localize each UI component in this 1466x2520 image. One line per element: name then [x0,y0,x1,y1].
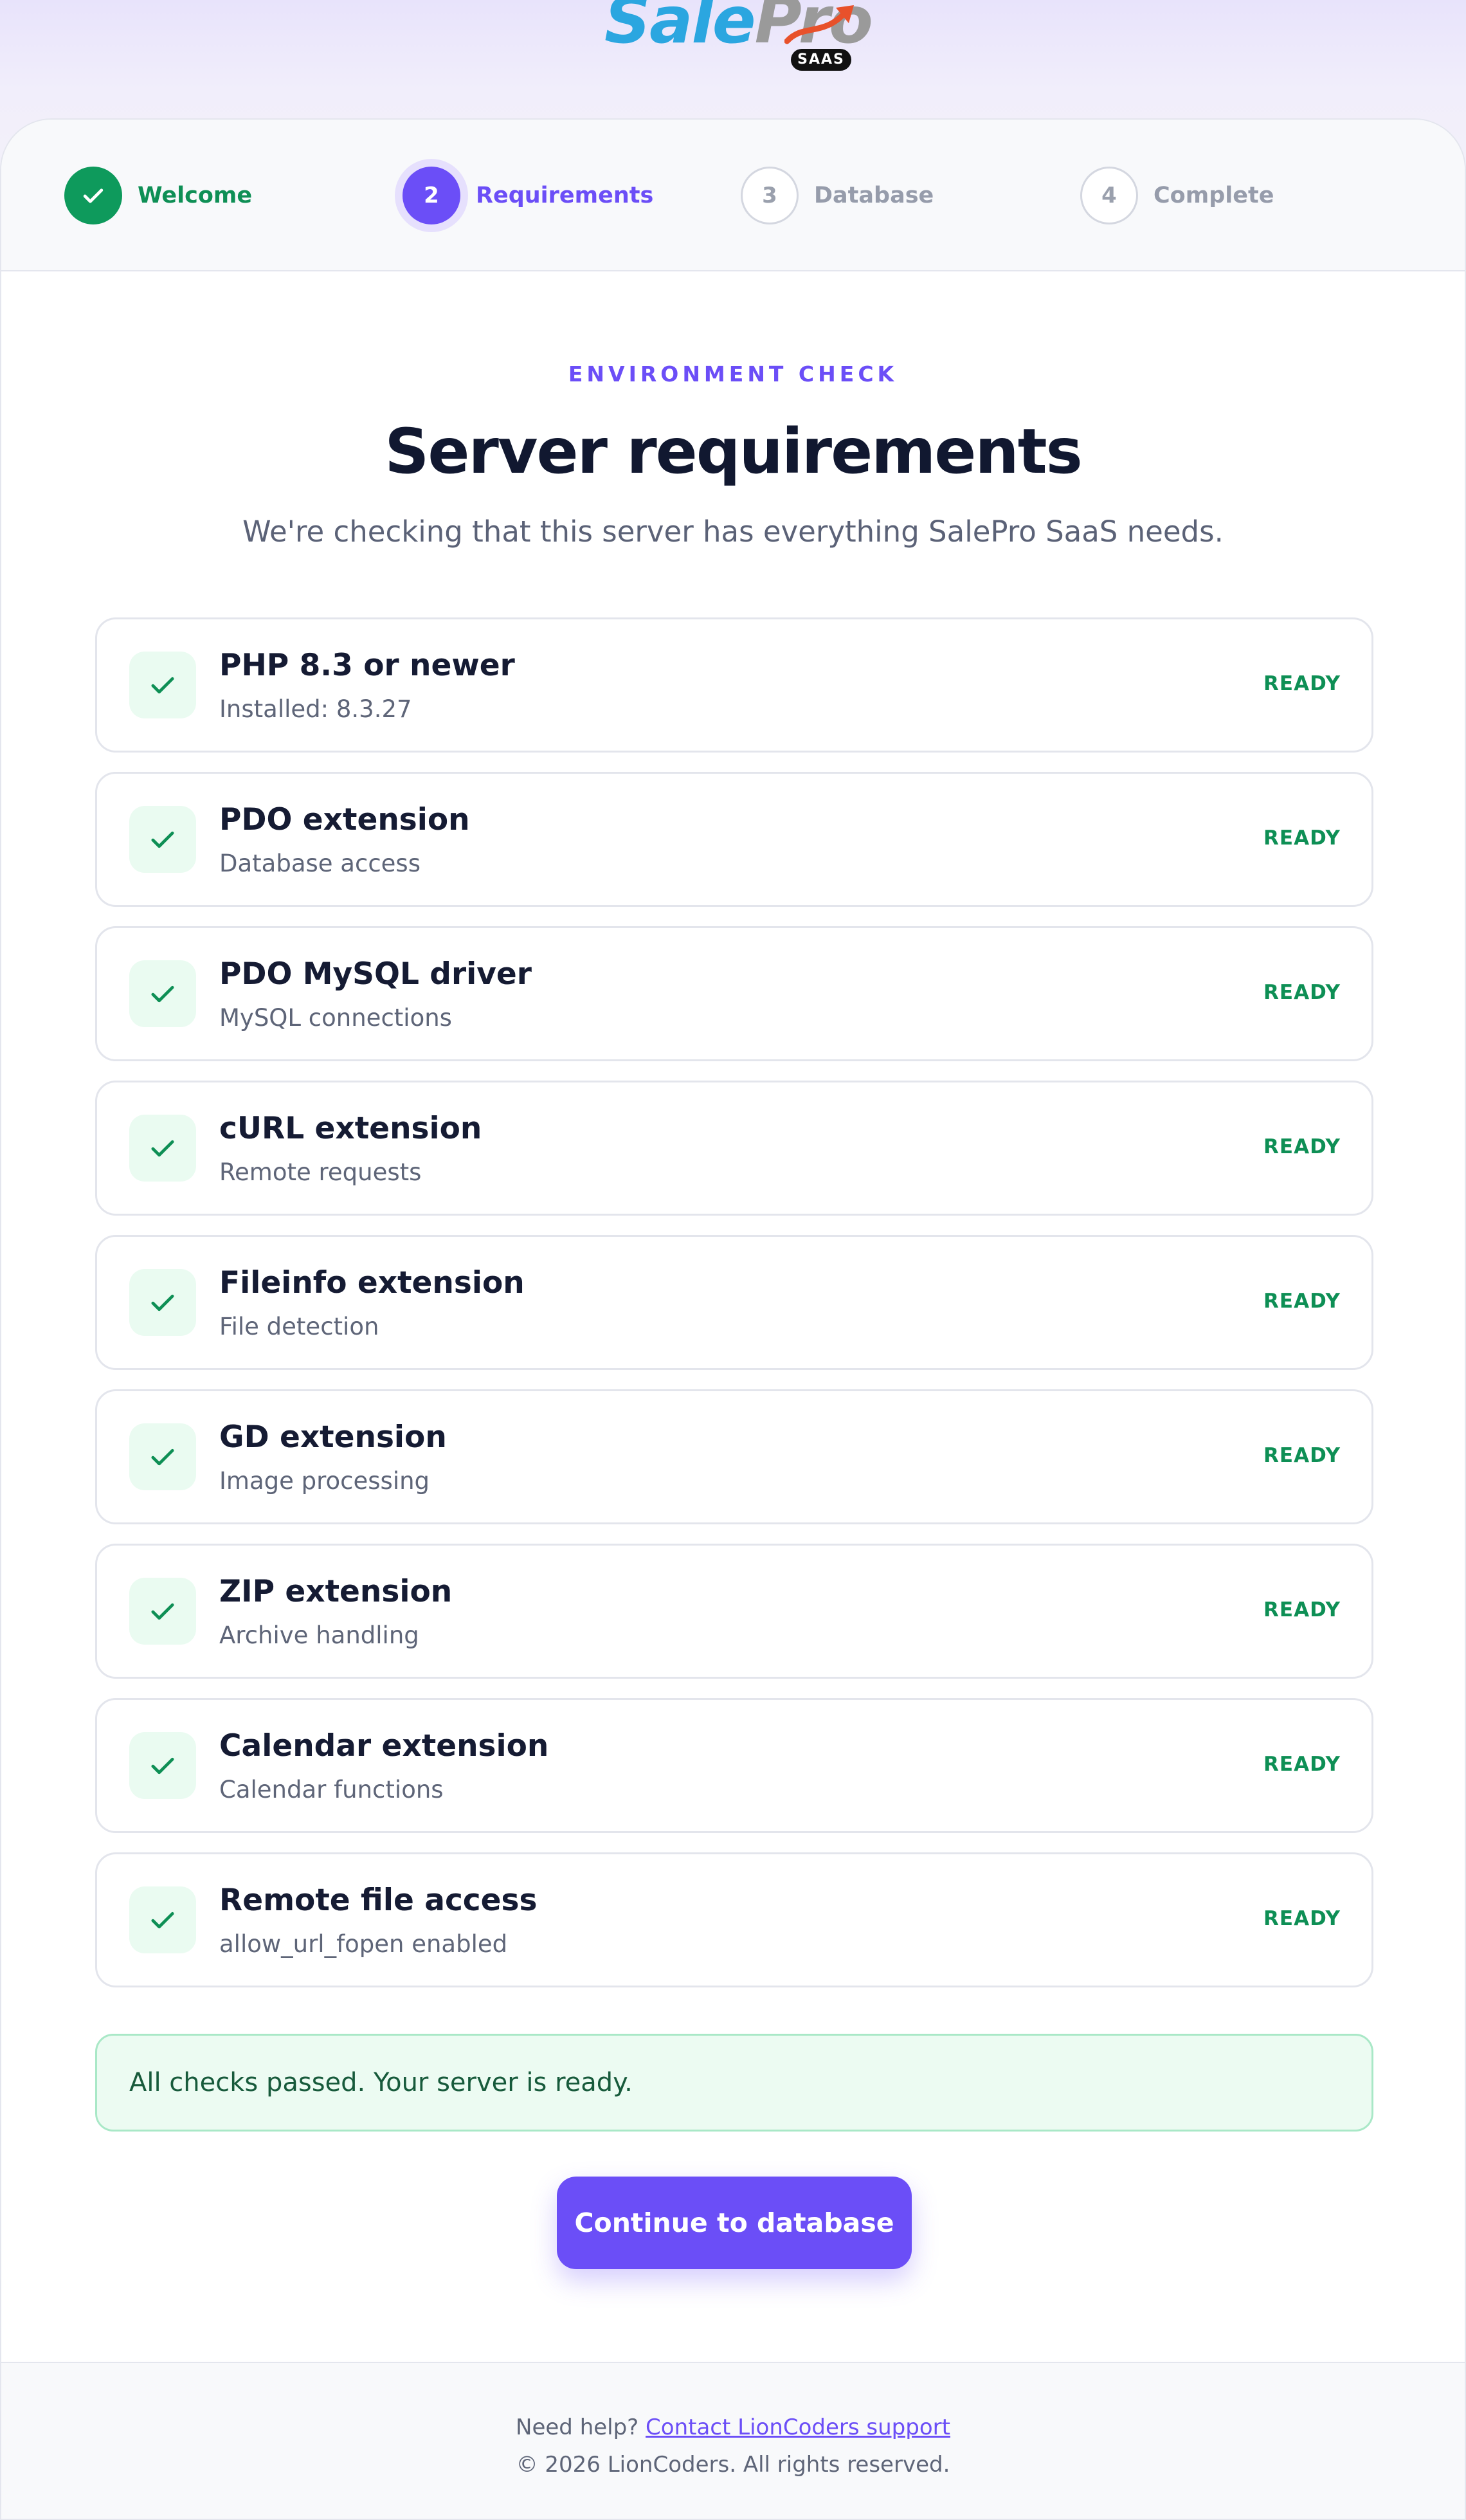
requirement-status: READY [1263,1598,1341,1621]
requirement-row: PDO extension Database access READY [95,772,1373,907]
page-subtitle: We're checking that this server has ever… [242,515,1224,549]
installer-page: SalePro SAAS Welcome 2 Requirements 3 Da… [0,0,1466,2520]
requirement-description: Remote requests [219,1158,422,1186]
check-icon [151,1757,174,1775]
requirement-name: PDO MySQL driver [219,956,532,992]
check-icon [151,985,174,1003]
check-icon [83,188,104,203]
requirement-description: allow_url_fopen enabled [219,1930,508,1958]
installer-card: Welcome 2 Requirements 3 Database 4 Comp… [0,118,1466,2520]
requirement-name: Remote file access [219,1883,538,1918]
requirement-status-icon [129,1423,196,1490]
requirement-description: File detection [219,1313,379,1340]
requirement-status: READY [1263,981,1341,1004]
card-footer: Need help? Contact LionCoders support © … [1,2362,1465,2519]
requirement-description: Archive handling [219,1621,419,1649]
growth-arrow-icon [784,5,854,44]
step-welcome-circle [64,167,122,224]
requirement-description: MySQL connections [219,1004,452,1032]
requirement-description: Database access [219,850,421,877]
step-database-number: 3 [741,167,799,224]
requirement-status-icon [129,1886,196,1953]
requirement-row: cURL extension Remote requests READY [95,1081,1373,1216]
contact-support-link[interactable]: Contact LionCoders support [646,2415,950,2440]
requirement-name: PDO extension [219,802,470,837]
requirement-description: Installed: 8.3.27 [219,695,412,723]
page-title: Server requirements [385,415,1082,488]
logo-sale: Sale [604,0,756,58]
requirement-status-icon [129,652,196,718]
requirement-name: Fileinfo extension [219,1265,525,1301]
requirement-name: GD extension [219,1420,447,1455]
check-icon [151,1603,174,1620]
requirement-description: Image processing [219,1467,430,1495]
step-complete-number: 4 [1080,167,1138,224]
step-database-label: Database [814,183,934,208]
requirement-row: GD extension Image processing READY [95,1389,1373,1524]
requirements-list: PHP 8.3 or newer Installed: 8.3.27 READY… [95,617,1373,2007]
step-requirements[interactable]: 2 Requirements [403,166,653,225]
step-welcome[interactable]: Welcome [64,166,252,225]
requirement-name: ZIP extension [219,1574,453,1609]
requirement-row: ZIP extension Archive handling READY [95,1544,1373,1679]
requirement-row: Calendar extension Calendar functions RE… [95,1698,1373,1833]
requirement-status: READY [1263,1753,1341,1776]
help-text: Need help? Contact LionCoders support [1,2415,1465,2440]
requirement-status: READY [1263,1444,1341,1467]
section-eyebrow: ENVIRONMENT CHECK [568,361,898,387]
check-icon [151,1912,174,1929]
requirement-status-icon [129,1732,196,1799]
requirement-status-icon [129,1269,196,1336]
saas-badge: SAAS [791,49,851,71]
requirement-name: Calendar extension [219,1728,549,1764]
requirement-status: READY [1263,826,1341,850]
requirement-name: PHP 8.3 or newer [219,648,515,683]
success-banner-text: All checks passed. Your server is ready. [129,2068,633,2097]
requirement-status: READY [1263,1907,1341,1930]
step-requirements-number: 2 [403,167,460,224]
requirement-status-icon [129,1578,196,1645]
check-icon [151,831,174,848]
requirement-status: READY [1263,1290,1341,1313]
step-database[interactable]: 3 Database [741,166,934,225]
requirement-name: cURL extension [219,1111,482,1146]
check-icon [151,1140,174,1157]
wizard-stepper: Welcome 2 Requirements 3 Database 4 Comp… [1,120,1465,271]
step-complete[interactable]: 4 Complete [1080,166,1274,225]
check-icon [151,1448,174,1466]
requirement-status-icon [129,1115,196,1182]
requirement-row: Remote file access allow_url_fopen enabl… [95,1852,1373,1987]
step-welcome-label: Welcome [138,183,253,208]
success-banner: All checks passed. Your server is ready. [95,2034,1373,2132]
requirement-status-icon [129,806,196,873]
requirement-status: READY [1263,672,1341,695]
step-requirements-label: Requirements [476,183,654,208]
requirement-row: Fileinfo extension File detection READY [95,1235,1373,1370]
salepro-logo: SalePro SAAS [604,0,873,76]
continue-to-database-button[interactable]: Continue to database [557,2177,912,2269]
requirement-status: READY [1263,1135,1341,1158]
step-complete-label: Complete [1154,183,1274,208]
requirement-status-icon [129,960,196,1027]
help-prefix: Need help? [516,2415,639,2440]
copyright-text: © 2026 LionCoders. All rights reserved. [516,2452,950,2478]
check-icon [151,677,174,694]
requirement-row: PHP 8.3 or newer Installed: 8.3.27 READY [95,617,1373,753]
requirement-row: PDO MySQL driver MySQL connections READY [95,926,1373,1061]
requirement-description: Calendar functions [219,1776,444,1803]
check-icon [151,1294,174,1311]
